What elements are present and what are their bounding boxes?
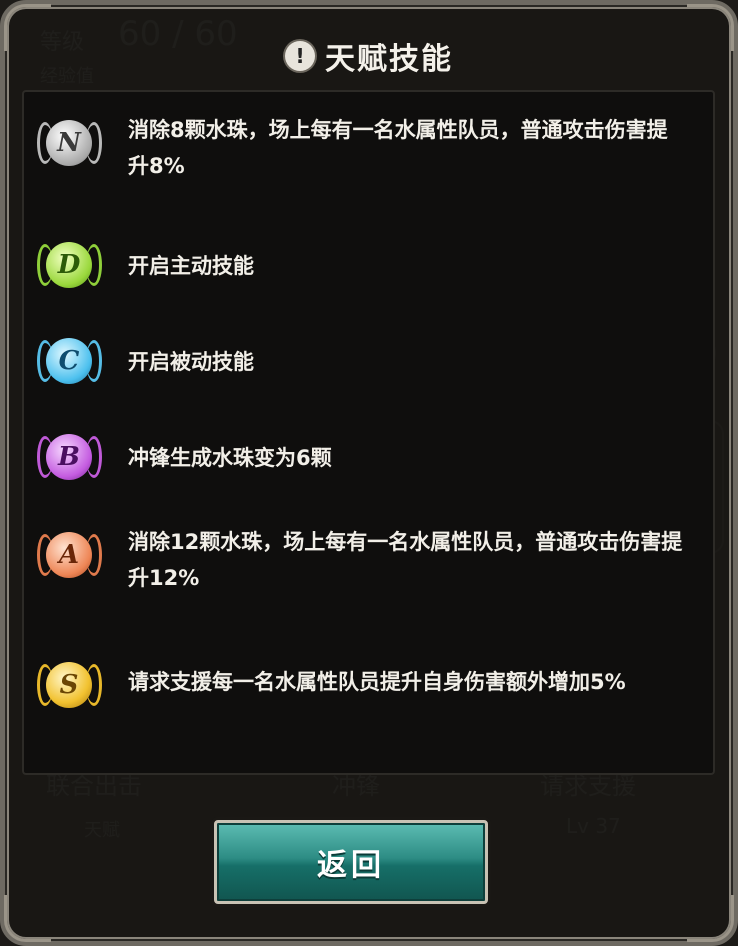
rank-c-badge-icon: C xyxy=(34,330,104,396)
talent-item-d: D 开启主动技能 xyxy=(34,234,704,300)
back-button[interactable]: 返回 xyxy=(214,820,488,904)
rank-a-badge-icon: A xyxy=(34,524,104,590)
talent-item-a: A 消除12颗水珠，场上每有一名水属性队员，普通攻击伤害提升12% xyxy=(34,524,704,596)
talent-description: 开启被动技能 xyxy=(128,350,254,374)
talent-description: 冲锋生成水珠变为6颗 xyxy=(128,446,332,470)
talent-description: 开启主动技能 xyxy=(128,254,254,278)
rank-n-badge-icon: N xyxy=(34,112,104,178)
rank-b-badge-icon: B xyxy=(34,426,104,492)
back-button-label: 返回 xyxy=(317,848,385,883)
talent-item-s: S 请求支援每一名水属性队员提升自身伤害额外增加5% xyxy=(34,654,704,720)
frame-corner xyxy=(4,895,51,942)
info-exclamation-icon: ! xyxy=(285,41,315,71)
talent-description: 消除8颗水珠，场上每有一名水属性队员，普通攻击伤害提升8% xyxy=(128,118,668,178)
talent-item-c: C 开启被动技能 xyxy=(34,330,704,396)
rank-d-badge-icon: D xyxy=(34,234,104,300)
frame-corner xyxy=(687,895,734,942)
dialog-title: 天赋技能 xyxy=(325,42,453,77)
talent-description: 请求支援每一名水属性队员提升自身伤害额外增加5% xyxy=(128,670,626,694)
talent-item-n: N 消除8颗水珠，场上每有一名水属性队员，普通攻击伤害提升8% xyxy=(34,112,704,184)
dialog-header: ! 天赋技能 xyxy=(0,34,738,78)
rank-s-badge-icon: S xyxy=(34,654,104,720)
talent-skill-list: N 消除8颗水珠，场上每有一名水属性队员，普通攻击伤害提升8% D 开启主动技能… xyxy=(22,90,715,775)
talent-item-b: B 冲锋生成水珠变为6颗 xyxy=(34,426,704,492)
talent-description: 消除12颗水珠，场上每有一名水属性队员，普通攻击伤害提升12% xyxy=(128,530,683,590)
